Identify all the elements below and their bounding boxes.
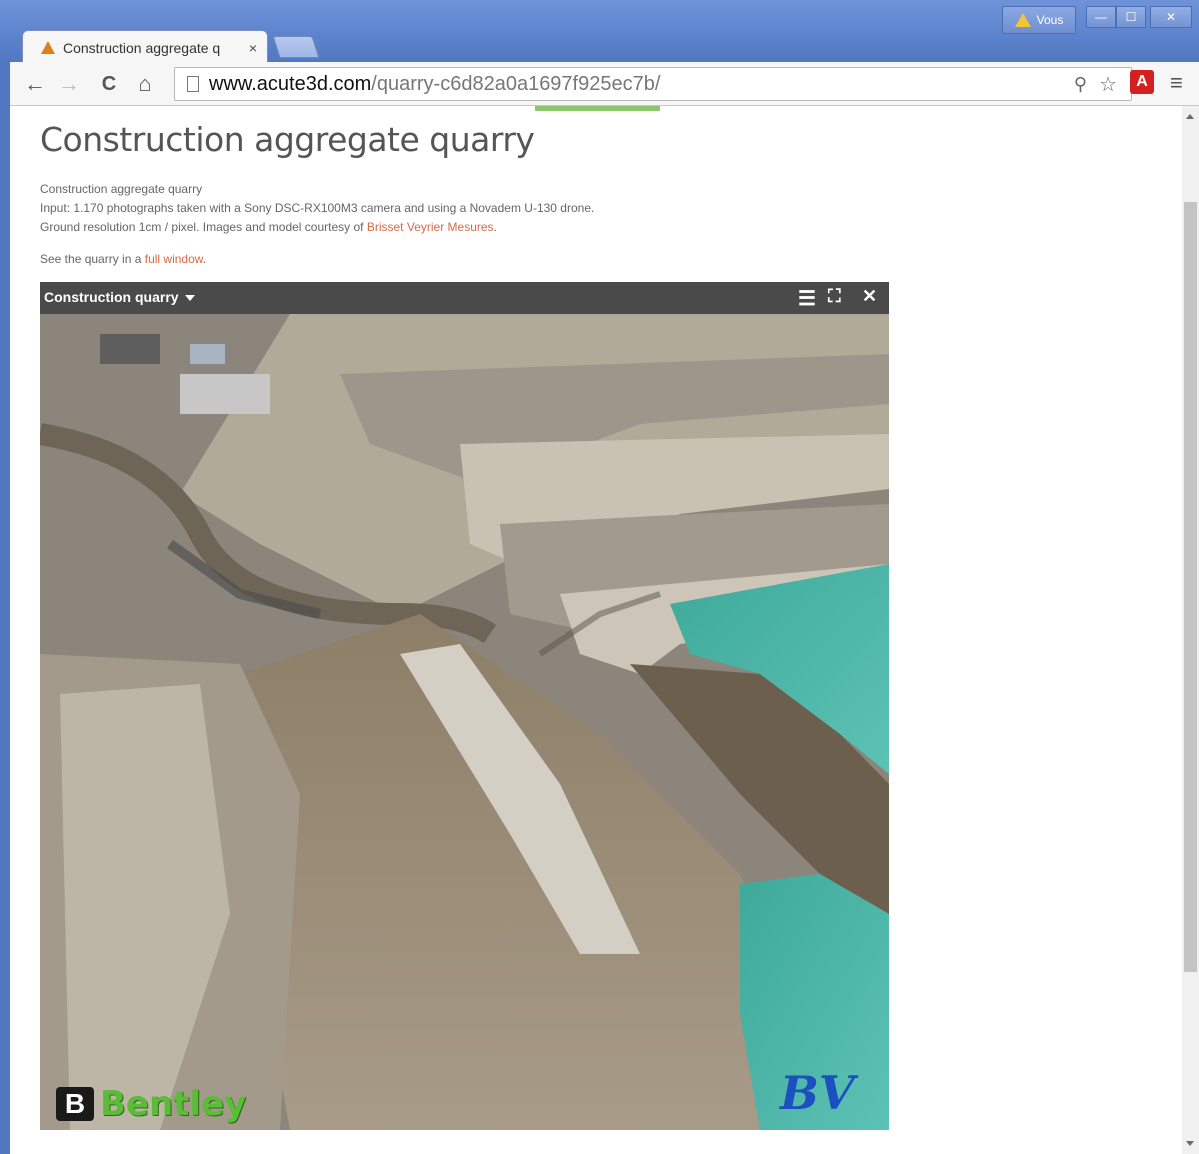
url-text: www.acute3d.com/quarry-c6d82a0a1697f925e… <box>209 73 661 95</box>
page-icon <box>187 76 199 92</box>
fullscreen-icon[interactable]: ⛶ <box>828 286 841 307</box>
user-label: Vous <box>1036 13 1064 27</box>
vertical-scrollbar[interactable] <box>1182 106 1199 1154</box>
desc-line-3: Ground resolution 1cm / pixel. Images an… <box>40 220 497 234</box>
browser-window: Vous — ☐ ✕ Construction aggregate q × ← … <box>0 0 1199 1154</box>
viewer-toolbar: Construction quarry ☰ ⛶ ✕ <box>40 282 889 314</box>
quarry-3d-scene[interactable]: B Bentley BV <box>40 314 889 1130</box>
desc-line-1: Construction aggregate quarry <box>40 182 203 196</box>
warning-favicon-icon <box>41 41 55 54</box>
tab-title: Construction aggregate q <box>63 39 221 56</box>
close-icon[interactable]: ✕ <box>862 286 877 307</box>
bentley-mark: B <box>56 1087 94 1121</box>
minimize-button[interactable]: — <box>1086 6 1116 28</box>
caret-down-icon <box>184 295 195 302</box>
chrome-menu-icon[interactable]: ≡ <box>1170 70 1183 96</box>
quarry-render <box>40 314 889 1130</box>
close-window-button[interactable]: ✕ <box>1150 6 1192 28</box>
viewer-title-dropdown[interactable]: Construction quarry <box>44 289 195 305</box>
brisset-link[interactable]: Brisset Veyrier Mesures <box>367 220 494 234</box>
maximize-button[interactable]: ☐ <box>1116 6 1146 28</box>
home-icon[interactable]: ⌂ <box>132 71 158 97</box>
title-bar: Vous — ☐ ✕ Construction aggregate q × <box>0 0 1199 64</box>
tab-construction-quarry[interactable]: Construction aggregate q × <box>22 30 268 64</box>
full-window-link[interactable]: full window <box>145 252 203 266</box>
user-profile-button[interactable]: Vous <box>1002 6 1076 34</box>
scroll-down-arrow-icon[interactable] <box>1186 1141 1194 1146</box>
description: Construction aggregate quarry Input: 1.1… <box>40 180 594 237</box>
window-left-border <box>0 62 10 1154</box>
3d-viewer[interactable]: Construction quarry ☰ ⛶ ✕ B Bentley BV <box>40 282 889 1130</box>
search-icon[interactable]: ⚲ <box>1074 74 1087 95</box>
full-window-line: See the quarry in a full window. <box>40 252 207 266</box>
page-title: Construction aggregate quarry <box>40 120 535 159</box>
header-accent <box>535 106 660 111</box>
menu-icon[interactable]: ☰ <box>798 286 816 311</box>
bentley-logo: B Bentley <box>56 1084 246 1124</box>
bentley-wordmark: Bentley <box>100 1084 247 1124</box>
browser-toolbar: ← → C ⌂ www.acute3d.com/quarry-c6d82a0a1… <box>10 62 1199 106</box>
reload-icon[interactable]: C <box>96 71 122 97</box>
page-content: Construction aggregate quarry Constructi… <box>10 106 1182 1154</box>
forward-arrow-icon[interactable]: → <box>56 71 82 97</box>
bv-logo: BV <box>780 1066 855 1120</box>
new-tab-button[interactable] <box>272 36 320 58</box>
bookmark-star-icon[interactable]: ☆ <box>1099 72 1117 97</box>
desc-line-2: Input: 1.170 photographs taken with a So… <box>40 201 595 215</box>
scroll-thumb[interactable] <box>1184 202 1197 972</box>
scroll-up-arrow-icon[interactable] <box>1186 114 1194 119</box>
warning-icon <box>1014 13 1031 27</box>
back-arrow-icon[interactable]: ← <box>22 71 48 97</box>
address-bar[interactable]: www.acute3d.com/quarry-c6d82a0a1697f925e… <box>174 67 1132 101</box>
acrobat-extension-icon[interactable]: A <box>1130 70 1154 94</box>
tab-close-icon[interactable]: × <box>249 40 257 56</box>
